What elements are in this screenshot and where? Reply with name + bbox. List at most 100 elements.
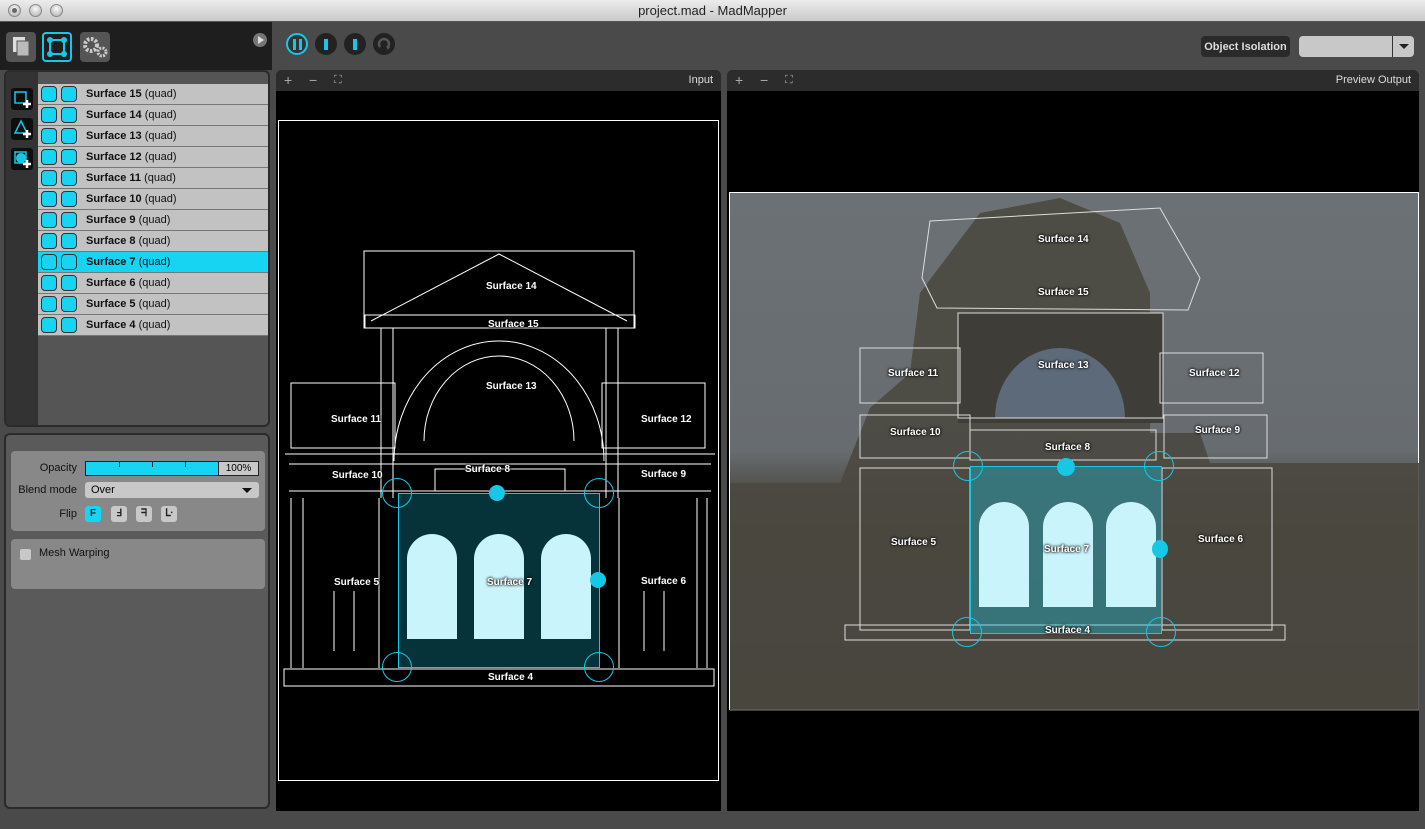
- surface-properties: Opacity 100% Blend mode Over Flip F Ⅎ ᖷ …: [11, 451, 265, 531]
- visibility-toggle[interactable]: [41, 86, 57, 102]
- surface-list-item[interactable]: Surface 7 (quad): [38, 252, 268, 273]
- pause-3-button[interactable]: [344, 33, 366, 55]
- surface-list-item[interactable]: Surface 6 (quad): [38, 273, 268, 294]
- flip-label: Flip: [59, 508, 77, 520]
- surface-list-item[interactable]: Surface 10 (quad): [38, 189, 268, 210]
- lock-toggle[interactable]: [61, 296, 77, 312]
- surface-label: Surface 14: [1038, 234, 1089, 245]
- surface-label: Surface 15: [488, 319, 539, 330]
- surfaces-tab[interactable]: [42, 32, 72, 62]
- expand-panel-button[interactable]: [253, 33, 267, 47]
- corner-handle[interactable]: [1144, 451, 1174, 481]
- corner-handle[interactable]: [953, 451, 983, 481]
- mesh-warping-checkbox[interactable]: [20, 549, 31, 560]
- lock-toggle[interactable]: [61, 128, 77, 144]
- surface-label: Surface 4: [488, 672, 534, 683]
- rotate-handle-icon[interactable]: [590, 572, 606, 588]
- fit-icon[interactable]: ⛶: [334, 74, 342, 87]
- zoom-in-button[interactable]: +: [284, 72, 292, 88]
- rotate-handle-icon[interactable]: [1152, 540, 1168, 558]
- gears-icon: [83, 37, 108, 58]
- add-triangle-button[interactable]: [11, 118, 33, 140]
- move-handle-icon[interactable]: [489, 485, 505, 501]
- surface-list-item[interactable]: Surface 4 (quad): [38, 315, 268, 336]
- move-handle-icon[interactable]: [1057, 458, 1075, 476]
- status-bar: [0, 811, 1425, 829]
- surface-name: Surface 6 (quad): [86, 277, 171, 289]
- properties-panel: Opacity 100% Blend mode Over Flip F Ⅎ ᖷ …: [4, 433, 270, 809]
- visibility-toggle[interactable]: [41, 149, 57, 165]
- object-isolation-select[interactable]: [1299, 36, 1414, 57]
- corner-handle[interactable]: [1146, 617, 1176, 647]
- surface-list-item[interactable]: Surface 15 (quad): [38, 84, 268, 105]
- visibility-toggle[interactable]: [41, 128, 57, 144]
- visibility-toggle[interactable]: [41, 233, 57, 249]
- surface-list-item[interactable]: Surface 8 (quad): [38, 231, 268, 252]
- surface-label: Surface 9: [641, 469, 687, 480]
- documents-icon: [13, 37, 30, 57]
- input-view[interactable]: + − ⛶ Input Surface 14 Surface 15 Surfac…: [276, 70, 721, 811]
- lock-toggle[interactable]: [61, 170, 77, 186]
- surface-list-item[interactable]: Surface 9 (quad): [38, 210, 268, 231]
- opacity-slider[interactable]: 100%: [85, 461, 259, 476]
- lock-toggle[interactable]: [61, 317, 77, 333]
- surface-list-item[interactable]: Surface 11 (quad): [38, 168, 268, 189]
- chevron-down-icon[interactable]: [1392, 36, 1414, 57]
- surface-label: Surface 4: [1045, 625, 1091, 636]
- flip-both-button[interactable]: ᒷ: [161, 506, 177, 522]
- lock-toggle[interactable]: [61, 233, 77, 249]
- flip-vertical-button[interactable]: ᖷ: [136, 506, 152, 522]
- surface-label: Surface 10: [332, 470, 383, 481]
- visibility-toggle[interactable]: [41, 317, 57, 333]
- zoom-out-button[interactable]: −: [309, 72, 317, 88]
- add-quad-icon: [14, 91, 31, 108]
- fit-icon[interactable]: ⛶: [785, 74, 793, 87]
- input-view-header: + − ⛶ Input: [276, 70, 721, 91]
- visibility-toggle[interactable]: [41, 254, 57, 270]
- preview-output-view[interactable]: + − ⛶ Preview Output Surface 14 Surface …: [727, 70, 1419, 811]
- settings-tab[interactable]: [80, 32, 110, 62]
- surface-label: Surface 14: [486, 281, 537, 292]
- lock-toggle[interactable]: [61, 212, 77, 228]
- visibility-toggle[interactable]: [41, 170, 57, 186]
- blend-mode-select[interactable]: Over: [85, 482, 259, 498]
- rewind-button[interactable]: [373, 33, 395, 55]
- add-quad-button[interactable]: [11, 88, 33, 110]
- pause-icon: [292, 38, 296, 50]
- zoom-in-button[interactable]: +: [735, 72, 743, 88]
- surface-name: Surface 15 (quad): [86, 88, 177, 100]
- pause-2-button[interactable]: [315, 33, 337, 55]
- surface-label: Surface 11: [331, 414, 382, 425]
- corner-handle[interactable]: [584, 652, 614, 682]
- lock-toggle[interactable]: [61, 254, 77, 270]
- corner-handle[interactable]: [952, 617, 982, 647]
- lock-toggle[interactable]: [61, 86, 77, 102]
- surface-list-item[interactable]: Surface 14 (quad): [38, 105, 268, 126]
- lock-toggle[interactable]: [61, 191, 77, 207]
- flip-none-button[interactable]: F: [85, 506, 101, 522]
- lock-toggle[interactable]: [61, 149, 77, 165]
- lock-toggle[interactable]: [61, 107, 77, 123]
- surface-list-item[interactable]: Surface 12 (quad): [38, 147, 268, 168]
- add-circle-button[interactable]: [11, 148, 33, 170]
- lock-toggle[interactable]: [61, 275, 77, 291]
- title-bar: project.mad - MadMapper: [0, 0, 1425, 22]
- input-canvas[interactable]: Surface 14 Surface 15 Surface 13 Surface…: [278, 120, 719, 781]
- visibility-toggle[interactable]: [41, 191, 57, 207]
- media-tab[interactable]: [6, 32, 36, 62]
- corner-handle[interactable]: [382, 652, 412, 682]
- blend-mode-label: Blend mode: [18, 484, 77, 496]
- surface-label: Surface 9: [1195, 425, 1241, 436]
- corner-handle[interactable]: [584, 478, 614, 508]
- surface-list-item[interactable]: Surface 13 (quad): [38, 126, 268, 147]
- output-canvas[interactable]: Surface 14 Surface 15 Surface 13 Surface…: [729, 192, 1419, 711]
- zoom-out-button[interactable]: −: [760, 72, 768, 88]
- visibility-toggle[interactable]: [41, 107, 57, 123]
- flip-horizontal-button[interactable]: Ⅎ: [111, 506, 127, 522]
- visibility-toggle[interactable]: [41, 275, 57, 291]
- surface-list-item[interactable]: Surface 5 (quad): [38, 294, 268, 315]
- pause-all-button[interactable]: [286, 33, 308, 55]
- visibility-toggle[interactable]: [41, 212, 57, 228]
- corner-handle[interactable]: [382, 478, 412, 508]
- visibility-toggle[interactable]: [41, 296, 57, 312]
